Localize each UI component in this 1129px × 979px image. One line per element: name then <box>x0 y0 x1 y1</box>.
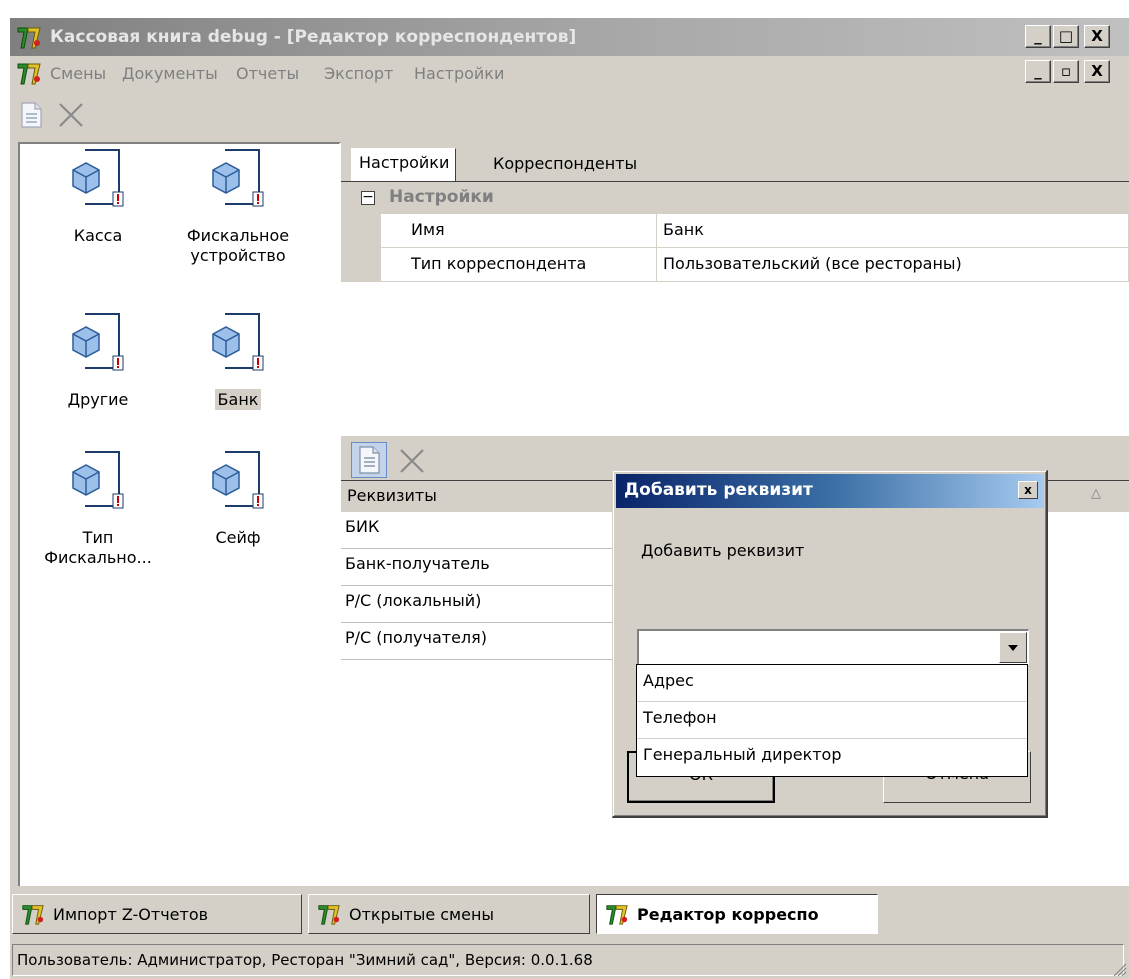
minimize-button[interactable]: _ <box>1025 25 1051 48</box>
window-title: Кассовая книга debug - [Редактор корресп… <box>50 27 577 47</box>
property-value[interactable]: Банк <box>657 214 1129 248</box>
requisite-row[interactable]: Р/С (получателя) <box>341 623 621 660</box>
tile-fiscal-device[interactable]: Фискальное устройство <box>168 148 308 266</box>
property-label: Тип корреспондента <box>381 248 657 282</box>
maximize-button[interactable]: □ <box>1053 25 1079 48</box>
task-correspondent-editor[interactable]: Редактор корреспо <box>596 894 878 934</box>
menu-bar: Смены Документы Отчеты Экспорт Настройки… <box>10 58 1129 88</box>
dialog-title: Добавить реквизит <box>624 480 813 500</box>
task-label: Открытые смены <box>349 905 495 924</box>
status-bar: Пользователь: Администратор, Ресторан "З… <box>10 938 1129 979</box>
tile-label: Фискальное устройство <box>186 226 290 265</box>
child-restore-button[interactable]: ▫ <box>1053 60 1079 83</box>
menu-reports[interactable]: Отчеты <box>236 64 299 83</box>
tile-other[interactable]: Другие <box>28 312 168 410</box>
tab-settings[interactable]: Настройки <box>351 148 457 182</box>
requisite-row[interactable]: БИК <box>341 512 621 549</box>
add-requisite-button[interactable] <box>351 442 387 478</box>
document-cube-icon <box>69 148 127 212</box>
app-logo-icon <box>318 905 340 925</box>
task-import-z-reports[interactable]: Импорт Z-Отчетов <box>12 894 302 934</box>
status-text: Пользователь: Администратор, Ресторан "З… <box>12 944 1124 976</box>
title-bar[interactable]: Кассовая книга debug - [Редактор корресп… <box>10 18 1129 56</box>
dropdown-button[interactable] <box>999 632 1027 663</box>
app-logo-icon <box>17 63 41 85</box>
chevron-down-icon <box>1008 645 1018 651</box>
tile-label: Касса <box>73 226 123 245</box>
new-document-icon[interactable] <box>16 100 46 130</box>
app-logo-icon <box>22 905 44 925</box>
delete-icon[interactable] <box>56 100 86 130</box>
dialog-close-button[interactable]: x <box>1018 481 1038 499</box>
tab-strip: Настройки Корреспонденты <box>341 142 1129 182</box>
property-value[interactable]: Пользовательский (все рестораны) <box>657 248 1129 282</box>
column-header-requisites[interactable]: Реквизиты <box>347 486 437 505</box>
option-general-director[interactable]: Генеральный директор <box>637 739 1027 776</box>
close-button[interactable]: X <box>1084 25 1110 48</box>
row-gutter <box>341 214 381 248</box>
requisite-row[interactable]: Р/С (локальный) <box>341 586 621 623</box>
document-cube-icon <box>209 312 267 376</box>
tile-fiscal-type[interactable]: Тип Фискально... <box>28 450 168 568</box>
property-row-name[interactable]: Имя Банк <box>341 214 1129 248</box>
settings-section-header[interactable]: − Настройки <box>341 182 1129 214</box>
sort-indicator-icon: △ <box>1091 486 1101 501</box>
close-icon: X <box>1091 27 1103 45</box>
category-panel: Касса Фискальное устройство Другие Банк … <box>18 142 341 896</box>
task-open-shifts[interactable]: Открытые смены <box>308 894 590 934</box>
section-title: Настройки <box>389 187 494 207</box>
dialog-prompt: Добавить реквизит <box>641 541 805 560</box>
minimize-icon: _ <box>1034 62 1042 80</box>
property-label: Имя <box>381 214 657 248</box>
close-icon: X <box>1091 62 1103 80</box>
maximize-icon: □ <box>1058 27 1074 45</box>
document-cube-icon <box>209 450 267 514</box>
collapse-icon[interactable]: − <box>361 190 375 205</box>
tile-label-selected: Банк <box>168 389 308 410</box>
tile-bank[interactable]: Банк <box>168 312 308 410</box>
child-minimize-button[interactable]: _ <box>1025 60 1051 83</box>
requisite-options-list: Адрес Телефон Генеральный директор <box>636 664 1028 777</box>
document-taskbar: Импорт Z-Отчетов Открытые смены Редактор… <box>10 886 1129 936</box>
tile-kassa[interactable]: Касса <box>28 148 168 246</box>
task-label: Редактор корреспо <box>637 905 819 924</box>
tile-label: Тип Фискально... <box>44 528 152 567</box>
menu-settings[interactable]: Настройки <box>414 64 504 83</box>
requisite-row[interactable]: Банк-получатель <box>341 549 621 586</box>
tile-label: Сейф <box>215 528 261 547</box>
minimize-icon: _ <box>1034 27 1042 45</box>
option-phone[interactable]: Телефон <box>637 702 1027 739</box>
main-toolbar <box>10 90 1129 138</box>
child-close-button[interactable]: X <box>1084 60 1110 83</box>
property-row-type[interactable]: Тип корреспондента Пользовательский (все… <box>341 248 1129 282</box>
row-gutter <box>341 248 381 282</box>
document-cube-icon <box>69 312 127 376</box>
menu-shifts[interactable]: Смены <box>50 64 106 83</box>
close-icon: x <box>1024 483 1032 497</box>
tile-label: Другие <box>67 390 129 409</box>
delete-icon[interactable] <box>397 446 427 476</box>
document-cube-icon <box>209 148 267 212</box>
settings-property-grid: − Настройки Имя Банк Тип корреспондента … <box>341 182 1129 436</box>
task-label: Импорт Z-Отчетов <box>53 905 209 924</box>
restore-icon: ▫ <box>1060 62 1072 80</box>
tab-correspondents[interactable]: Корреспонденты <box>487 150 643 180</box>
document-cube-icon <box>69 450 127 514</box>
new-document-icon <box>359 446 380 474</box>
app-logo-icon <box>17 27 41 49</box>
menu-export[interactable]: Экспорт <box>324 64 393 83</box>
selected-label-text: Банк <box>214 389 262 410</box>
option-address[interactable]: Адрес <box>637 665 1027 702</box>
tile-safe[interactable]: Сейф <box>168 450 308 548</box>
requisite-combobox[interactable] <box>637 629 1029 665</box>
menu-documents[interactable]: Документы <box>122 64 218 83</box>
dialog-title-bar[interactable]: Добавить реквизит x <box>616 474 1044 508</box>
resize-grip-icon[interactable] <box>1111 961 1127 977</box>
app-logo-icon <box>606 905 628 925</box>
